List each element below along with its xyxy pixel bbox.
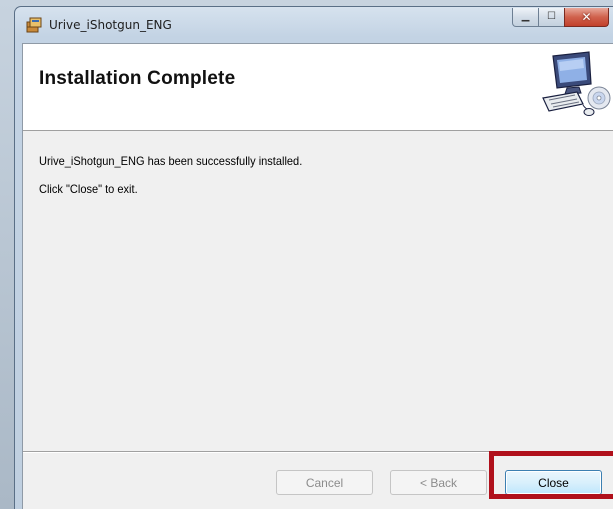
window-title: Urive_iShotgun_ENG [49,18,172,32]
dialog-client-area: Installation Complete Urive_iShotgun_ENG… [22,43,613,509]
minimize-icon: ▁ [521,11,530,22]
exit-instruction: Click "Close" to exit. [39,182,138,196]
content-area: Urive_iShotgun_ENG has been successfully… [23,131,613,451]
maximize-button[interactable]: ☐ [538,8,565,27]
title-bar[interactable]: Urive_iShotgun_ENG ▁ ☐ ✕ [15,7,613,43]
minimize-button[interactable]: ▁ [512,8,539,27]
close-button-highlight [489,451,613,499]
installer-window: Urive_iShotgun_ENG ▁ ☐ ✕ Installation Co… [14,6,613,509]
header-banner: Installation Complete [23,44,613,131]
computer-install-icon [542,51,611,116]
back-button[interactable]: < Back [390,470,487,495]
close-icon: ✕ [581,10,592,24]
installer-package-icon [26,17,42,33]
maximize-icon: ☐ [547,11,556,22]
cancel-button[interactable]: Cancel [276,470,373,495]
close-window-button[interactable]: ✕ [564,8,609,27]
page-title: Installation Complete [39,68,236,89]
desktop-background: Urive_iShotgun_ENG ▁ ☐ ✕ Installation Co… [0,0,613,509]
success-message: Urive_iShotgun_ENG has been successfully… [39,154,303,168]
caption-buttons: ▁ ☐ ✕ [512,8,609,27]
